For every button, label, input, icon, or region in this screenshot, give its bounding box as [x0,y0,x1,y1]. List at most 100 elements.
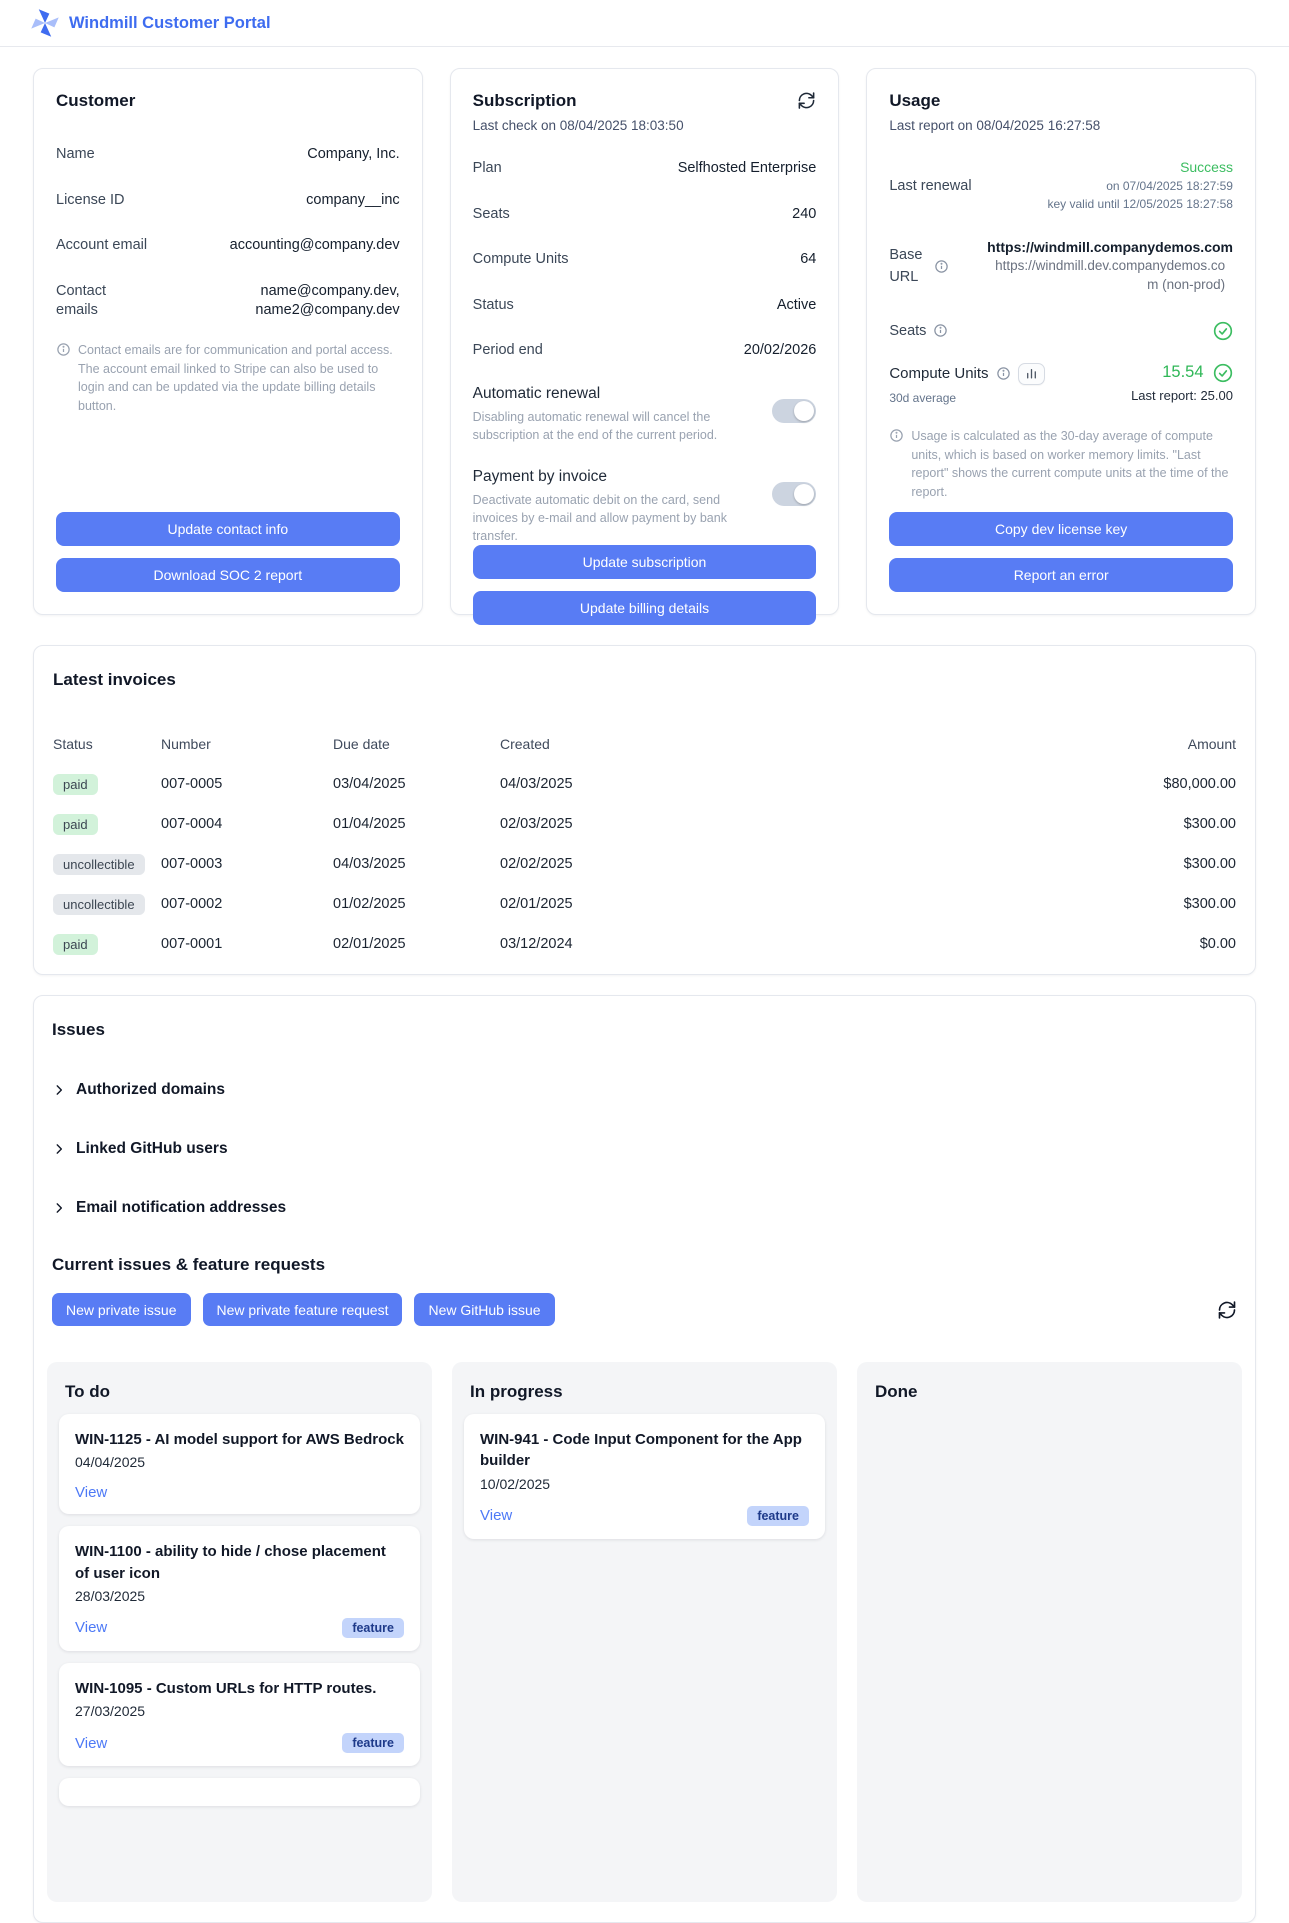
collapsible-email-notification-addresses[interactable]: Email notification addresses [47,1199,1242,1217]
view-link[interactable]: View [75,1619,107,1636]
collapsible-linked-github-users[interactable]: Linked GitHub users [47,1140,1242,1158]
collapsible-label: Email notification addresses [76,1199,286,1217]
download-soc2-report-button[interactable]: Download SOC 2 report [56,558,400,592]
issues-title: Issues [47,1020,1242,1040]
kanban-column-in-progress: In progress WIN-941 - Code Input Compone… [452,1362,837,1902]
payment-by-invoice-toggle[interactable] [772,482,816,506]
list-item: WIN-941 - Code Input Component for the A… [464,1414,825,1539]
status-badge: uncollectible [53,854,145,875]
renewal-status-badge: Success [1180,159,1233,175]
base-url-info-icon [934,259,949,274]
board-title: Current issues & feature requests [47,1255,1242,1275]
table-row: uncollectible 007-0002 01/02/2025 02/01/… [51,884,1238,924]
usage-note: Usage is calculated as the 30-day averag… [911,427,1233,502]
invoice-number: 007-0002 [161,896,333,912]
view-link[interactable]: View [480,1507,512,1524]
update-subscription-button[interactable]: Update subscription [473,545,817,579]
kanban-column-done: Done [857,1362,1242,1902]
windmill-logo-icon [30,8,60,38]
issues-card: Issues Authorized domains Linked GitHub … [33,995,1256,1923]
latest-invoices-card: Latest invoices Status Number Due date C… [33,645,1256,975]
seats-info-icon [933,323,948,338]
invoice-number: 007-0001 [161,936,333,952]
collapsible-label: Authorized domains [76,1081,225,1099]
usage-last-report: Last report on 08/04/2025 16:27:58 [889,118,1233,133]
status-badge: paid [53,774,98,795]
board-refresh-icon[interactable] [1217,1300,1237,1320]
copy-dev-license-key-button[interactable]: Copy dev license key [889,512,1233,546]
base-url-label: Base URL [889,245,927,289]
info-icon [56,342,71,357]
list-item: WIN-1100 - ability to hide / chose place… [59,1526,420,1651]
view-link[interactable]: View [75,1484,107,1501]
feature-badge: feature [342,1733,404,1753]
collapsible-authorized-domains[interactable]: Authorized domains [47,1081,1242,1099]
table-row: paid 007-0004 01/04/2025 02/03/2025 $300… [51,804,1238,844]
chevron-right-icon [52,1201,67,1216]
compute-units-average-value: 15.54 [1162,363,1203,382]
status-badge: paid [53,934,98,955]
usage-card: Usage Last report on 08/04/2025 16:27:58… [866,68,1256,615]
new-private-issue-button[interactable]: New private issue [52,1293,191,1326]
seats-value: 240 [792,205,816,225]
column-title: To do [59,1376,420,1414]
invoice-due-date: 01/02/2025 [333,896,500,912]
invoices-title: Latest invoices [51,670,1238,690]
invoice-due-date: 03/04/2025 [333,776,500,792]
base-url-nonprod: https://windmill.dev.companydemos.com (n… [987,257,1225,295]
last-renewal-label: Last renewal [889,159,971,213]
compute-units-info-icon [996,366,1011,381]
account-email-value: accounting@company.dev [230,236,400,256]
new-github-issue-button[interactable]: New GitHub issue [414,1293,554,1326]
board-toolbar: New private issue New private feature re… [47,1293,1242,1326]
feature-badge: feature [747,1506,809,1526]
plan-label: Plan [473,159,502,179]
toggle-knob [794,401,814,421]
automatic-renewal-desc: Disabling automatic renewal will cancel … [473,408,733,444]
payment-by-invoice-label: Payment by invoice [473,468,733,486]
page-title: Windmill Customer Portal [69,14,271,33]
customer-name-value: Company, Inc. [307,145,399,165]
base-url-prod: https://windmill.companydemos.com [987,239,1233,255]
compute-units-value: 64 [800,250,816,270]
renewal-date: on 07/04/2025 18:27:59 [1106,179,1233,193]
col-status: Status [53,736,161,752]
update-contact-info-button[interactable]: Update contact info [56,512,400,546]
kanban-board: To do WIN-1125 - AI model support for AW… [47,1362,1242,1902]
invoice-amount: $80,000.00 [1056,776,1236,792]
view-link[interactable]: View [75,1735,107,1752]
invoice-created: 02/01/2025 [500,896,1056,912]
contact-emails-note: Contact emails are for communication and… [78,341,400,416]
usage-compute-units-label: Compute Units [889,365,988,382]
compute-usage-chart-button[interactable] [1018,363,1045,385]
compute-last-report: Last report: 25.00 [1131,388,1233,403]
col-number: Number [161,736,333,752]
contact-emails-value: name@company.dev, name2@company.dev [165,282,400,321]
issue-date: 28/03/2025 [75,1588,404,1604]
chevron-right-icon [52,1083,67,1098]
update-billing-details-button[interactable]: Update billing details [473,591,817,625]
payment-by-invoice-desc: Deactivate automatic debit on the card, … [473,491,733,545]
invoice-amount: $300.00 [1056,816,1236,832]
automatic-renewal-toggle[interactable] [772,399,816,423]
list-item: WIN-1125 - AI model support for AWS Bedr… [59,1414,420,1514]
contact-emails-label: Contact emails [56,282,126,321]
compute-ok-check-icon [1213,363,1233,383]
issue-title: WIN-1095 - Custom URLs for HTTP routes. [75,1678,404,1699]
invoice-due-date: 02/01/2025 [333,936,500,952]
kanban-column-todo: To do WIN-1125 - AI model support for AW… [47,1362,432,1902]
invoice-due-date: 01/04/2025 [333,816,500,832]
invoice-created: 02/02/2025 [500,856,1056,872]
info-icon [889,428,904,443]
invoice-number: 007-0005 [161,776,333,792]
list-item: WIN-1095 - Custom URLs for HTTP routes. … [59,1663,420,1766]
subscription-refresh-icon[interactable] [797,91,816,110]
invoice-number: 007-0004 [161,816,333,832]
top-bar: Windmill Customer Portal [0,0,1289,47]
invoice-created: 03/12/2024 [500,936,1056,952]
col-amount: Amount [1056,736,1236,752]
report-an-error-button[interactable]: Report an error [889,558,1233,592]
new-private-feature-request-button[interactable]: New private feature request [203,1293,403,1326]
invoice-created: 02/03/2025 [500,816,1056,832]
invoice-amount: $0.00 [1056,936,1236,952]
